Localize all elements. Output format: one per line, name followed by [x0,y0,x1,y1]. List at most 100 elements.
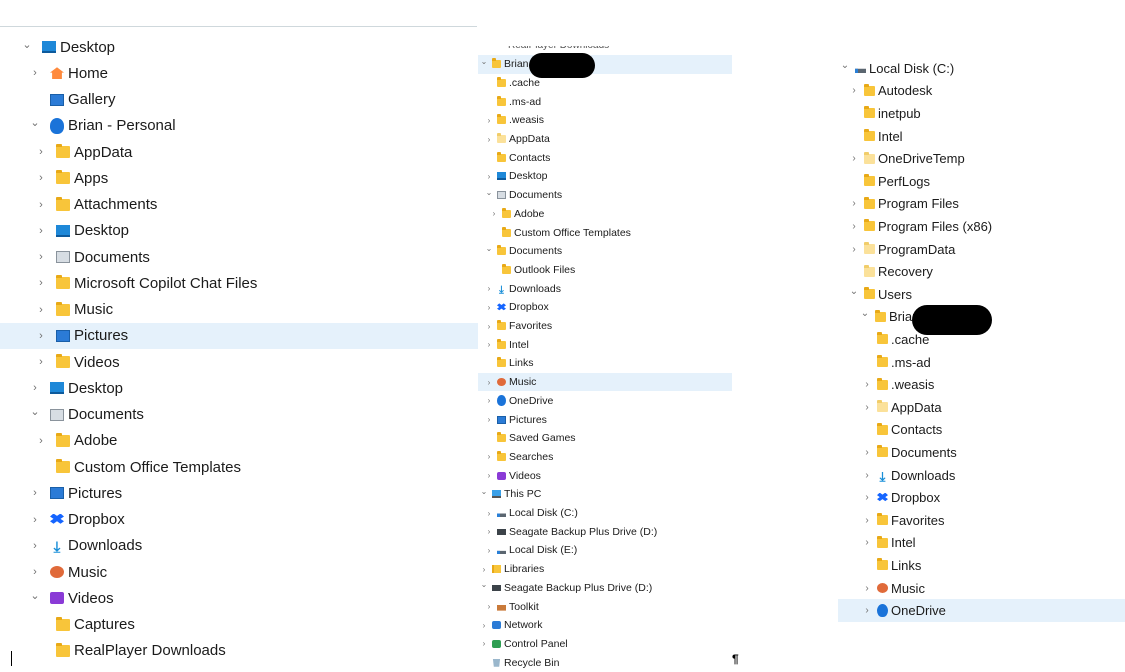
tree-item[interactable]: › Music [0,559,478,585]
tree-item[interactable]: › Local Disk (C:) [478,504,732,523]
tree-item[interactable]: ⌄ Local Disk (C:) [838,57,1125,80]
chevron-down-icon[interactable]: ⌄ [840,60,850,71]
tree-item[interactable]: ⌄ Users [838,283,1125,306]
chevron-right-icon[interactable]: › [485,303,493,312]
chevron-right-icon[interactable]: › [862,515,872,526]
tree-item[interactable]: › OneDrive [838,599,1125,622]
chevron-right-icon[interactable]: › [485,452,493,461]
tree-item[interactable]: › OneDrive [478,392,732,411]
chevron-right-icon[interactable]: › [34,356,48,368]
chevron-down-icon[interactable]: ⌄ [28,405,42,418]
tree-item[interactable]: › Desktop [478,167,732,186]
tree-item[interactable]: › Videos [0,349,478,375]
tree-item[interactable]: ›Recycle Bin [478,653,732,672]
chevron-down-icon[interactable]: ⌄ [28,116,42,129]
chevron-right-icon[interactable]: › [28,487,42,499]
chevron-right-icon[interactable]: › [849,221,859,232]
chevron-right-icon[interactable]: › [862,492,872,503]
tree-item[interactable]: › Program Files (x86) [838,215,1125,238]
tree-item[interactable]: › Dropbox [478,298,732,317]
chevron-down-icon[interactable]: ⌄ [485,188,493,197]
tree-item[interactable]: › Desktop [0,218,478,244]
chevron-right-icon[interactable]: › [862,583,872,594]
chevron-right-icon[interactable]: › [28,67,42,79]
chevron-right-icon[interactable]: › [862,537,872,548]
tree-item[interactable]: › ⤓ Downloads [0,533,478,559]
tree-item[interactable]: › ⤓ Downloads [478,279,732,298]
chevron-right-icon[interactable]: › [485,602,493,611]
tree-item[interactable]: › Music [0,297,478,323]
chevron-right-icon[interactable]: › [862,379,872,390]
chevron-right-icon[interactable]: › [485,527,493,536]
chevron-right-icon[interactable]: › [34,146,48,158]
tree-item[interactable]: ⌄ Documents [478,242,732,261]
tree-item[interactable]: › Local Disk (E:) [478,541,732,560]
tree-item[interactable]: ›Intel [478,336,732,355]
chevron-right-icon[interactable]: › [490,209,498,218]
chevron-down-icon[interactable]: ⌄ [480,580,488,589]
chevron-right-icon[interactable]: › [34,172,48,184]
chevron-right-icon[interactable]: › [34,330,48,342]
chevron-down-icon[interactable]: ⌄ [28,589,42,602]
chevron-right-icon[interactable]: › [34,251,48,263]
tree-item[interactable]: › Documents [838,441,1125,464]
chevron-right-icon[interactable]: › [485,378,493,387]
tree-item[interactable]: ›Captures [0,612,478,638]
chevron-right-icon[interactable]: › [485,116,493,125]
tree-item[interactable]: › OneDriveTemp [838,147,1125,170]
tree-item[interactable]: › .weasis [478,111,732,130]
tree-item[interactable]: ›Intel [838,125,1125,148]
chevron-right-icon[interactable]: › [485,172,493,181]
chevron-right-icon[interactable]: › [34,199,48,211]
chevron-right-icon[interactable]: › [28,382,42,394]
tree-item[interactable]: › AppData [0,139,478,165]
chevron-right-icon[interactable]: › [849,198,859,209]
chevron-right-icon[interactable]: › [28,514,42,526]
tree-item[interactable]: › Autodesk [838,80,1125,103]
tree-item[interactable]: › Libraries [478,560,732,579]
tree-item[interactable]: › Seagate Backup Plus Drive (D:) [478,523,732,542]
tree-item[interactable]: › ProgramData [838,238,1125,261]
chevron-right-icon[interactable]: › [849,153,859,164]
tree-item[interactable]: ⌄ Brian - Personal [0,113,478,139]
tree-item[interactable]: ›Custom Office Templates [0,454,478,480]
chevron-right-icon[interactable]: › [480,565,488,574]
tree-item[interactable]: › Pictures [0,322,478,349]
chevron-right-icon[interactable]: › [485,471,493,480]
tree-item[interactable]: › Pictures [0,480,478,506]
tree-item[interactable]: ⌄ This PC [478,485,732,504]
chevron-down-icon[interactable]: ⌄ [860,308,870,319]
chevron-right-icon[interactable]: › [485,546,493,555]
tree-item[interactable]: ⌄ Seagate Backup Plus Drive (D:) [478,579,732,598]
tree-item[interactable]: › Home [0,60,478,86]
tree-item[interactable]: › Dropbox [838,486,1125,509]
tree-item[interactable]: › Favorites [478,317,732,336]
tree-item[interactable]: ›Links [838,554,1125,577]
chevron-right-icon[interactable]: › [485,415,493,424]
tree-item[interactable]: › AppData [838,396,1125,419]
chevron-right-icon[interactable]: › [485,340,493,349]
tree-item[interactable]: ›.ms-ad [478,92,732,111]
chevron-right-icon[interactable]: › [485,284,493,293]
tree-item[interactable]: ›Custom Office Templates [478,223,732,242]
chevron-right-icon[interactable]: › [34,225,48,237]
chevron-down-icon[interactable]: ⌄ [480,487,488,496]
chevron-right-icon[interactable]: › [862,605,872,616]
tree-item[interactable]: › Documents [0,244,478,270]
tree-item[interactable]: › Desktop [0,375,478,401]
tree-item[interactable]: ›Contacts [838,419,1125,442]
tree-item[interactable]: › ⤓ Downloads [838,464,1125,487]
chevron-right-icon[interactable]: › [485,509,493,518]
tree-item[interactable]: › Videos [478,466,732,485]
tree-item[interactable]: › Apps [0,165,478,191]
tree-item[interactable]: ›PerfLogs [838,170,1125,193]
tree-item[interactable]: › .weasis [838,373,1125,396]
chevron-right-icon[interactable]: › [34,304,48,316]
tree-item[interactable]: ›Gallery [0,87,478,113]
chevron-right-icon[interactable]: › [28,540,42,552]
tree-item[interactable]: ⌄ Documents [0,402,478,428]
tree-item[interactable]: › Searches [478,448,732,467]
tree-item[interactable]: ›inetpub [838,102,1125,125]
tree-item[interactable]: › Music [478,372,732,392]
chevron-right-icon[interactable]: › [480,639,488,648]
